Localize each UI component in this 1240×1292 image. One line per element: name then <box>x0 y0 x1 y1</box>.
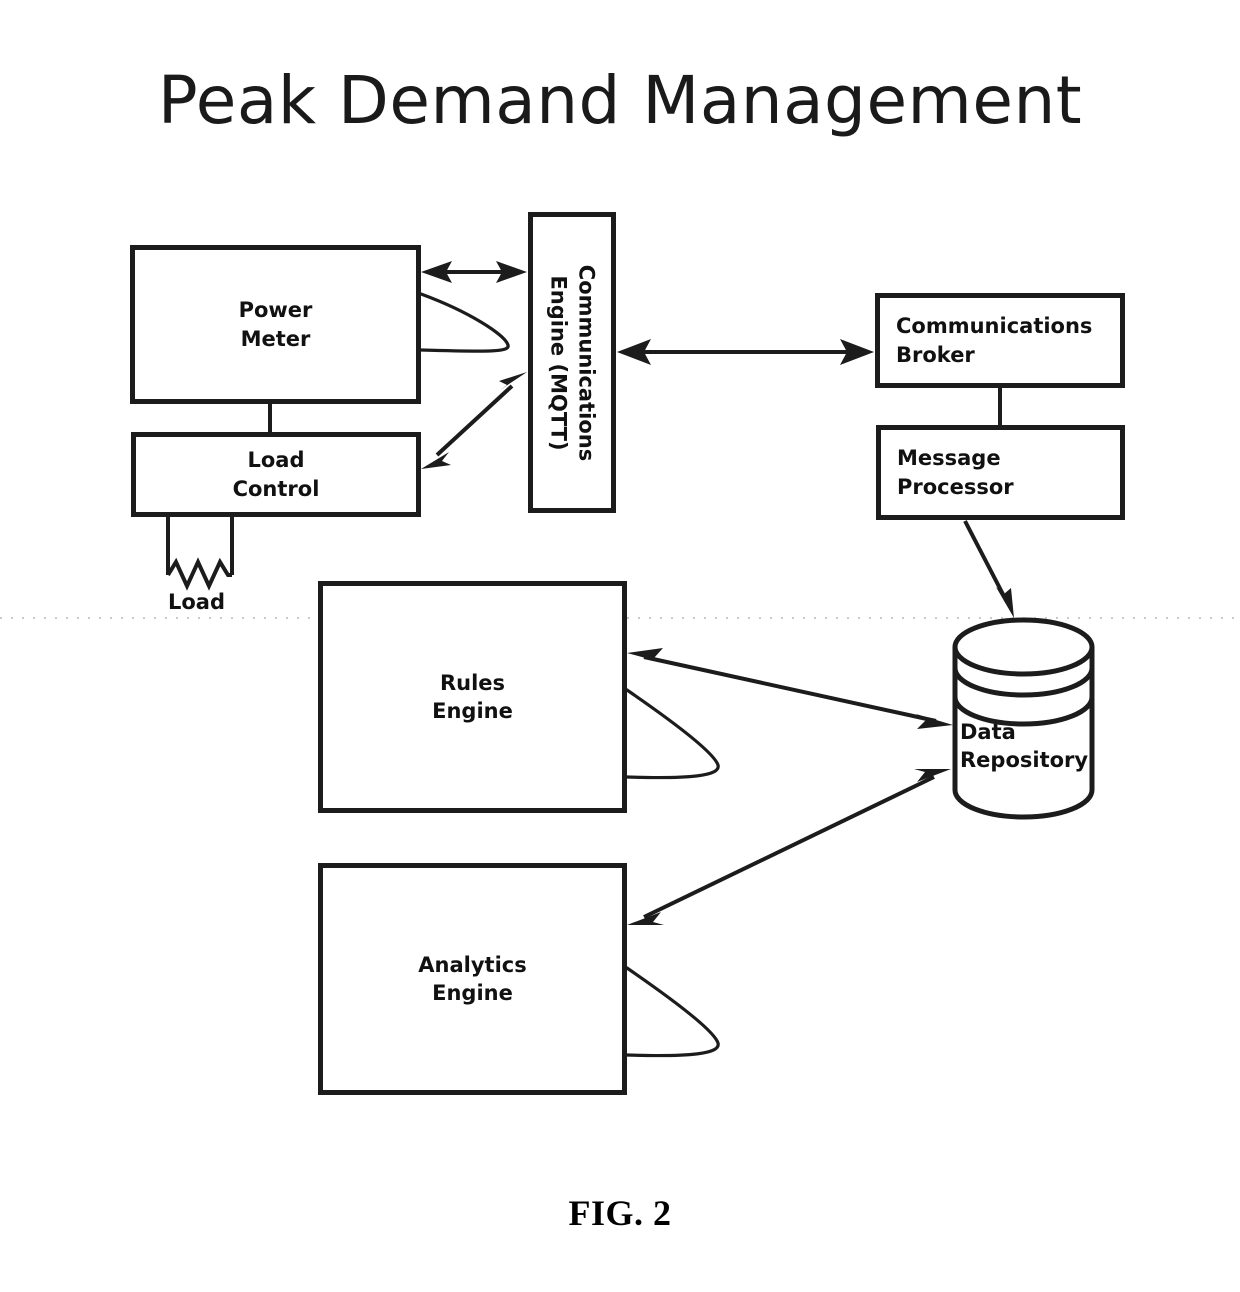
edge-power-meter-comms-engine <box>421 261 527 283</box>
node-communications-engine[interactable]: Communications Engine (MQTT) <box>528 212 616 513</box>
node-communications-engine-label: Communications Engine (MQTT) <box>546 264 599 461</box>
node-rules-engine[interactable]: Rules Engine <box>318 581 627 813</box>
node-communications-broker-label: Communications Broker <box>896 314 1093 367</box>
edge-load-control-comms-engine <box>421 372 527 469</box>
node-load-control[interactable]: Load Control <box>131 432 421 517</box>
node-communications-broker[interactable]: Communications Broker <box>875 293 1125 388</box>
edge-message-processor-data-repository <box>963 520 1014 618</box>
edge-comms-engine-comms-broker <box>617 339 874 365</box>
edge-rules-engine-self-loop <box>625 688 720 780</box>
node-message-processor[interactable]: Message Processor <box>876 425 1125 520</box>
node-analytics-engine-label: Analytics Engine <box>418 952 527 1005</box>
node-analytics-engine[interactable]: Analytics Engine <box>318 863 627 1095</box>
edge-rules-engine-data-repository <box>627 648 953 729</box>
figure-root: Peak Demand Management Communications En… <box>0 0 1240 1292</box>
node-power-meter[interactable]: Power Meter <box>130 245 421 404</box>
figure-caption: FIG. 2 <box>568 1193 672 1233</box>
node-rules-engine-label: Rules Engine <box>432 670 513 723</box>
node-load-control-label: Load Control <box>232 448 320 501</box>
load-resistor-symbol <box>166 557 232 591</box>
node-power-meter-label: Power Meter <box>238 298 313 351</box>
edge-analytics-engine-data-repository <box>627 769 951 925</box>
node-message-processor-label: Message Processor <box>897 446 1014 499</box>
data-repository-cylinder <box>952 617 1095 820</box>
edge-power-meter-self-loop <box>419 292 510 353</box>
edge-analytics-engine-self-loop <box>625 966 720 1058</box>
node-load-label: Load <box>168 590 226 614</box>
